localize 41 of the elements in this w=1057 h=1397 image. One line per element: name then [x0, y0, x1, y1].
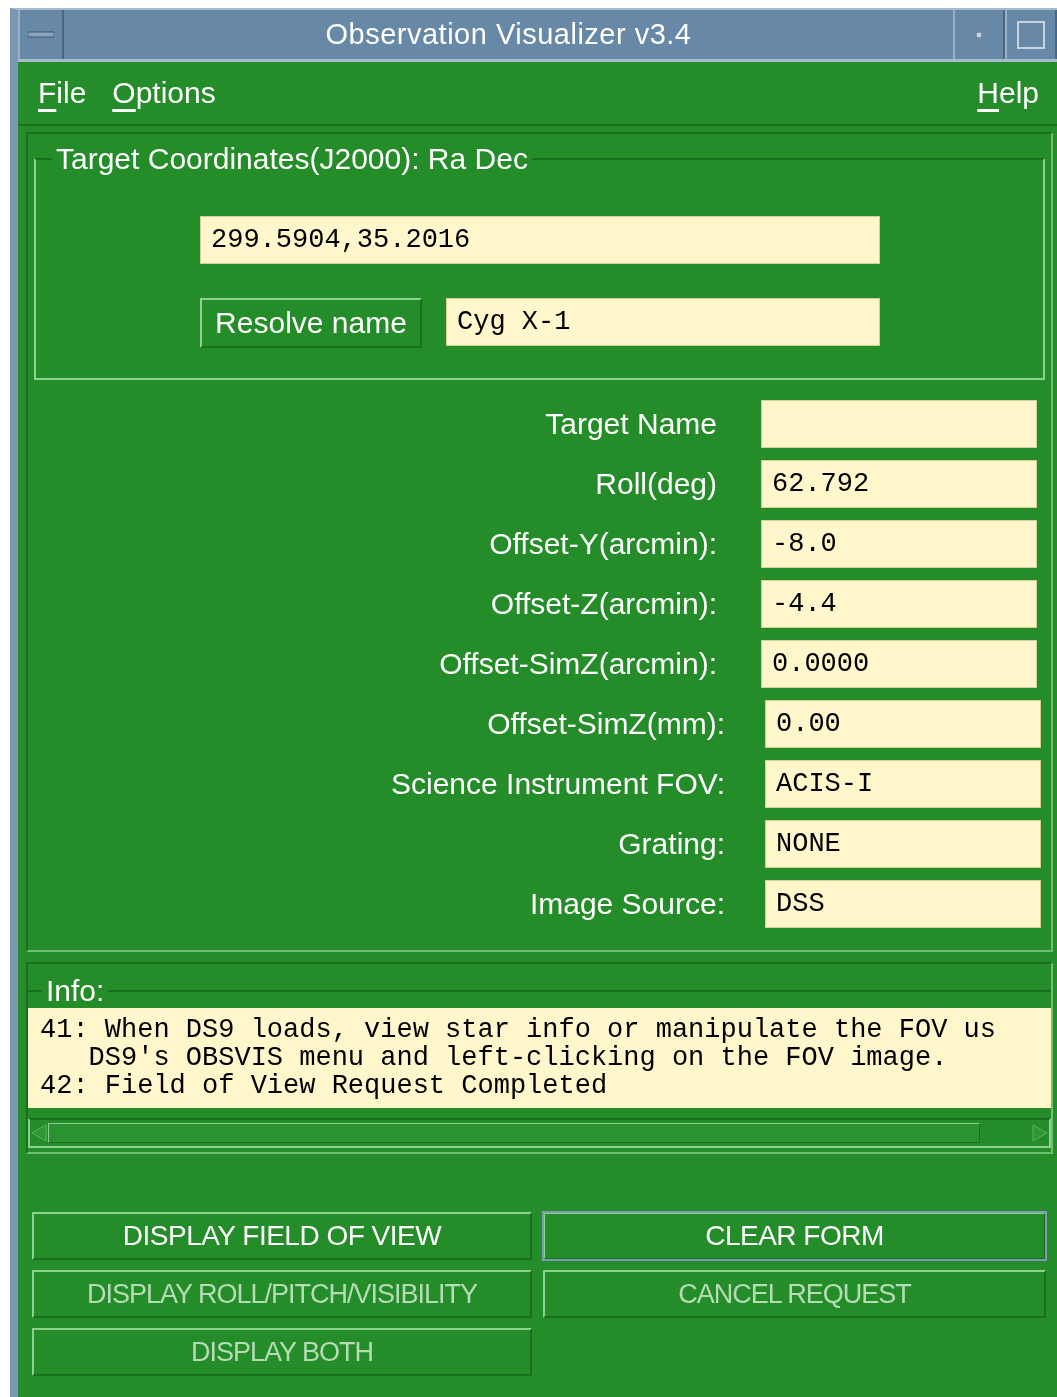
window-menu-button[interactable]	[18, 10, 64, 59]
input-field[interactable]: -8.0	[761, 520, 1037, 568]
group-title: Info:	[45, 974, 106, 1008]
value-display: NONE	[765, 820, 1041, 868]
action-button[interactable]: CLEAR FORM	[543, 1212, 1046, 1260]
action-button[interactable]: DISPLAY FIELD OF VIEW	[32, 1212, 532, 1260]
menu-item[interactable]: Help	[977, 76, 1039, 110]
field-label: Grating:	[618, 827, 725, 861]
field-label: Roll(deg)	[595, 467, 717, 501]
log-line: 42: Field of View Request Completed	[40, 1072, 609, 1100]
input-field[interactable]	[761, 400, 1037, 448]
scroll-thumb[interactable]	[48, 1123, 980, 1143]
value-display: DSS	[765, 880, 1041, 928]
left-arrow-icon[interactable]	[30, 1123, 48, 1143]
menu-item[interactable]: Options	[112, 76, 216, 110]
minus-icon	[28, 30, 54, 39]
value-display: ACIS-I	[765, 760, 1041, 808]
object-name-field[interactable]: Cyg X-1	[446, 298, 880, 346]
coordinates-field[interactable]: 299.5904,35.2016	[200, 216, 880, 264]
log-line: DS9's OBSVIS menu and left-clicking on the FOV image.	[87, 1044, 949, 1072]
horizontal-scrollbar[interactable]	[28, 1118, 1051, 1148]
log-line: 41: When DS9 loads, view star info or manipulate the FOV us	[40, 1016, 997, 1044]
menu-item[interactable]: File	[38, 76, 87, 110]
right-arrow-icon[interactable]	[1031, 1123, 1049, 1143]
field-label: Science Instrument FOV:	[391, 767, 725, 801]
field-label: Offset-Z(arcmin):	[490, 587, 717, 621]
group-title: Target Coordinates(J2000): Ra Dec	[55, 142, 529, 176]
minimize-button[interactable]	[953, 10, 1005, 59]
input-field[interactable]: 62.792	[761, 460, 1037, 508]
input-field[interactable]: 0.0000	[761, 640, 1037, 688]
field-label: Offset-SimZ(mm):	[487, 707, 725, 741]
field-label: Image Source:	[529, 887, 725, 921]
resolve-name-button[interactable]: Resolve name	[200, 298, 422, 348]
field-label: Offset-SimZ(arcmin):	[439, 647, 717, 681]
maximize-button[interactable]	[1005, 10, 1057, 59]
input-field[interactable]: -4.4	[761, 580, 1037, 628]
field-label: Target Name	[545, 407, 717, 441]
value-display: 0.00	[765, 700, 1041, 748]
field-label: Offset-Y(arcmin):	[489, 527, 717, 561]
square-icon	[1017, 20, 1045, 49]
window-title: Observation Visualizer v3.4	[324, 17, 693, 52]
